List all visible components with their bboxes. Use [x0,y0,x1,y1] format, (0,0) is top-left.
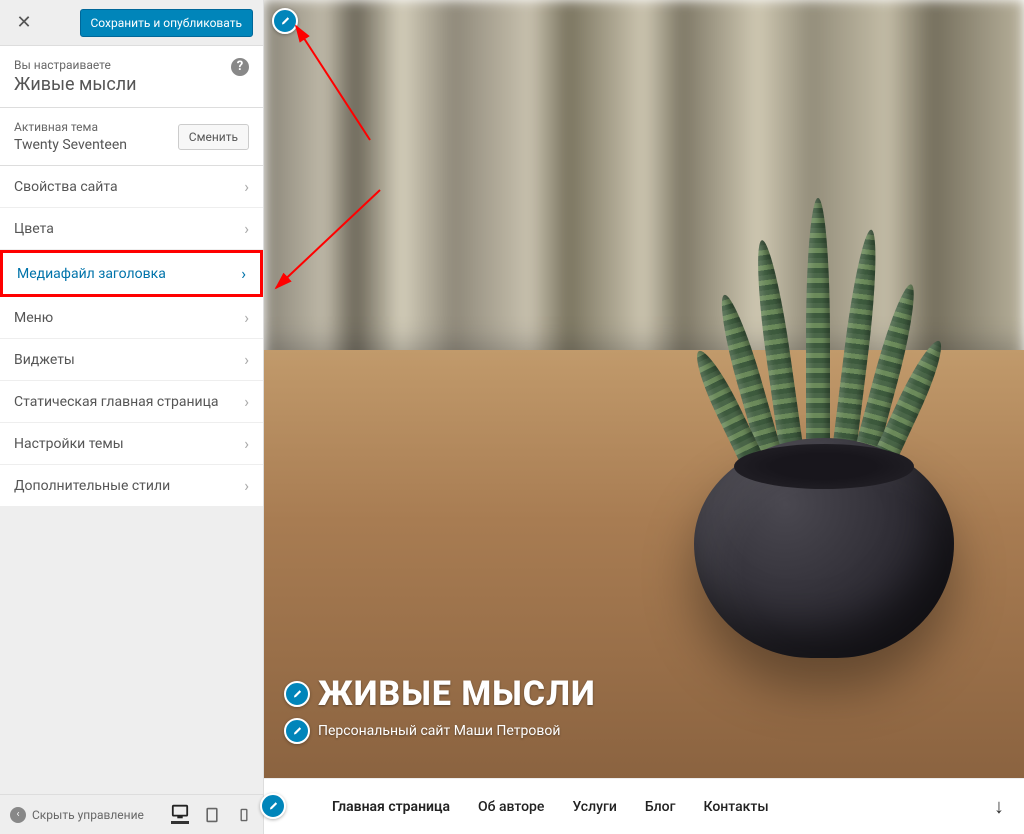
active-theme-section: Активная тема Twenty Seventeen Сменить [0,108,263,166]
nav-item-2[interactable]: Медиафайл заголовка › [0,250,263,297]
help-icon[interactable]: ? [231,58,249,76]
hero-background-image [264,0,1024,778]
tablet-preview-icon[interactable] [203,806,221,824]
site-preview: ЖИВЫЕ МЫСЛИ Персональный сайт Маши Петро… [264,0,1024,834]
chevron-right-icon: › [241,264,246,283]
chevron-right-icon: › [244,177,249,196]
nav-item-label: Настройки темы [14,436,124,452]
nav-item-5[interactable]: Статическая главная страница › [0,381,263,423]
pot-decoration [694,438,954,658]
nav-item-3[interactable]: Меню › [0,297,263,339]
nav-item-label: Меню [14,310,53,326]
nav-item-6[interactable]: Настройки темы › [0,423,263,465]
nav-item-label: Свойства сайта [14,179,118,195]
collapse-icon: ‹ [10,807,26,823]
chevron-right-icon: › [244,308,249,327]
collapse-sidebar-button[interactable]: ‹ Скрыть управление [10,807,144,823]
change-theme-button[interactable]: Сменить [178,124,249,150]
device-preview-icons [171,806,253,824]
preview-menubar: Главная страница Об авторе Услуги Блог Конта… [264,778,1024,834]
hero-text-block: ЖИВЫЕ МЫСЛИ Персональный сайт Маши Петро… [284,674,596,748]
nav-item-label: Дополнительные стили [14,478,170,494]
hero-header: ЖИВЫЕ МЫСЛИ Персональный сайт Маши Петро… [264,0,1024,778]
menu-link-1[interactable]: Об авторе [478,799,544,815]
active-theme-label: Активная тема [14,120,127,134]
chevron-right-icon: › [244,476,249,495]
sidebar-footer: ‹ Скрыть управление [0,794,263,834]
nav-item-label: Цвета [14,221,54,237]
chevron-right-icon: › [244,350,249,369]
nav-item-0[interactable]: Свойства сайта › [0,166,263,208]
menu-link-2[interactable]: Услуги [572,799,616,815]
customizing-label: Вы настраиваете [14,58,249,72]
nav-item-7[interactable]: Дополнительные стили › [0,465,263,507]
menu-link-0[interactable]: Главная страница [332,799,450,815]
menu-link-3[interactable]: Блог [645,799,676,815]
edit-menu-button[interactable] [260,793,286,819]
collapse-label: Скрыть управление [32,808,144,822]
close-button[interactable]: ✕ [10,9,38,37]
active-theme-name: Twenty Seventeen [14,137,127,153]
nav-item-label: Медиафайл заголовка [17,266,166,282]
chevron-right-icon: › [244,219,249,238]
preview-tagline: Персональный сайт Маши Петровой [318,723,560,739]
edit-site-title-button[interactable] [284,681,310,707]
edit-header-image-button[interactable] [272,8,298,34]
plant-decoration [734,188,904,468]
nav-item-4[interactable]: Виджеты › [0,339,263,381]
chevron-right-icon: › [244,392,249,411]
preview-site-title[interactable]: ЖИВЫЕ МЫСЛИ [318,674,596,714]
scroll-down-icon[interactable]: ↓ [994,794,1004,819]
sidebar-header: ✕ Сохранить и опубликовать [0,0,263,46]
customizer-nav: Свойства сайта›Цвета›Медиафайл заголовка… [0,166,263,507]
save-publish-button[interactable]: Сохранить и опубликовать [80,9,254,37]
nav-item-label: Статическая главная страница [14,394,219,410]
customizer-sidebar: ✕ Сохранить и опубликовать Вы настраивае… [0,0,264,834]
edit-tagline-button[interactable] [284,718,310,744]
menu-link-4[interactable]: Контакты [703,799,768,815]
nav-item-1[interactable]: Цвета › [0,208,263,250]
customizing-section: Вы настраиваете Живые мысли ? [0,46,263,108]
desktop-preview-icon[interactable] [171,806,189,824]
mobile-preview-icon[interactable] [235,806,253,824]
site-title-text: Живые мысли [14,74,249,95]
chevron-right-icon: › [244,434,249,453]
nav-item-label: Виджеты [14,352,75,368]
